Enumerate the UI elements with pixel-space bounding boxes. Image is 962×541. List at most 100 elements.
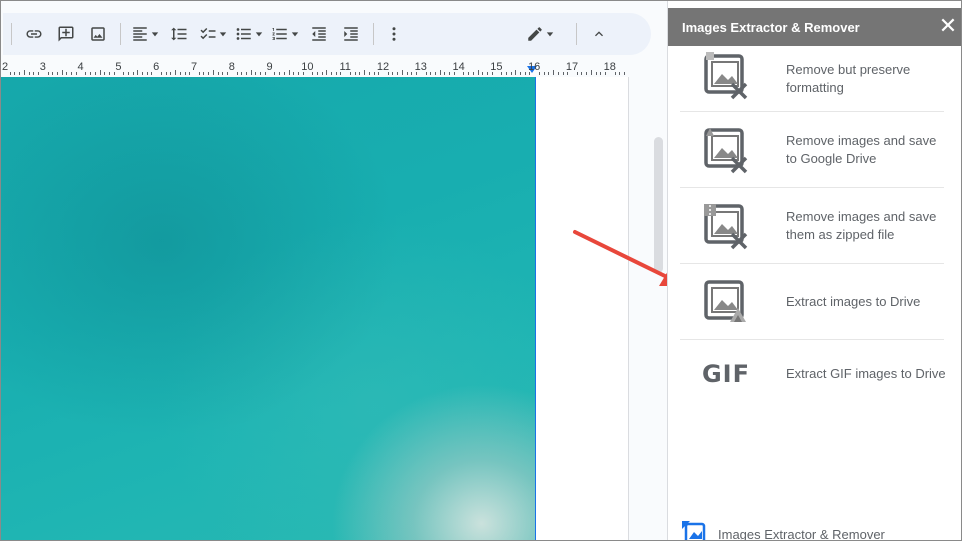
ruler-tick (510, 72, 512, 75)
ruler-tick (349, 72, 351, 75)
decrease-indent-button[interactable] (303, 19, 335, 49)
ruler-tick (434, 72, 436, 75)
ruler-tick (401, 70, 403, 75)
ruler-tick (146, 72, 148, 75)
ruler-tick (52, 72, 54, 75)
more-options-button[interactable] (380, 19, 408, 49)
ruler-label: 2 (1, 61, 9, 73)
document-page[interactable] (1, 77, 629, 540)
ruler-tick (581, 72, 583, 75)
ruler-tick (108, 72, 110, 75)
horizontal-ruler[interactable]: 2 3 4 5 6 7 8 9 10 11 12 13 14 15 16 17 18 (1, 61, 629, 77)
ruler-tick (312, 72, 314, 75)
item-label: Remove images and save them as zipped fi… (786, 208, 937, 242)
close-icon[interactable]: ✕ (938, 15, 958, 37)
ruler-label: 7 (190, 61, 198, 73)
checklist-button[interactable] (195, 19, 231, 49)
ruler-tick (614, 72, 616, 75)
ruler-tick (368, 72, 370, 75)
ruler-tick (274, 72, 276, 75)
ruler-tick (562, 72, 564, 75)
chevron-up-icon (595, 31, 603, 37)
ruler-tick (515, 70, 517, 75)
chevron-down-icon (219, 32, 227, 37)
editing-mode-button[interactable] (518, 19, 562, 49)
item-label: Remove images and save to Google Drive (786, 132, 937, 166)
hide-menus-button[interactable] (583, 19, 615, 49)
ruler-tick (335, 72, 337, 75)
ruler-tick (576, 72, 578, 75)
extract-gif-drive-item[interactable]: GIF Extract GIF images to Drive (680, 340, 946, 408)
ruler-tick (505, 72, 507, 75)
ruler-tick (477, 70, 479, 75)
align-button[interactable] (127, 19, 163, 49)
ruler-tick (19, 72, 21, 75)
ruler-label: 5 (115, 61, 122, 73)
remove-save-drive-item[interactable]: Remove images and save to Google Drive (680, 112, 944, 188)
numbered-list-icon (272, 28, 287, 40)
insert-image-button[interactable] (82, 19, 114, 49)
ruler-tick (444, 72, 446, 75)
toolbar-divider (11, 23, 12, 45)
toolbar-divider (120, 23, 121, 45)
ruler-label: 4 (77, 61, 84, 73)
image-icon (91, 27, 105, 41)
ruler-tick (439, 70, 441, 75)
chevron-down-icon (546, 32, 554, 37)
ruler-tick (411, 72, 413, 75)
gif-icon: GIF (700, 348, 752, 400)
ruler-tick (132, 72, 134, 75)
numbered-list-button[interactable] (267, 19, 303, 49)
ruler-tick (331, 72, 333, 75)
ruler-tick (586, 72, 588, 75)
extract-images-drive-item[interactable]: Extract images to Drive (680, 264, 944, 340)
toolbar-left-edge (3, 19, 11, 49)
ruler-label: 6 (153, 61, 160, 73)
ruler-tick (23, 70, 25, 75)
add-comment-button[interactable] (50, 19, 82, 49)
scrollbar-thumb[interactable] (654, 137, 663, 273)
ruler-tick (198, 72, 200, 75)
addon-logo-icon (682, 521, 706, 540)
ruler-tick (293, 72, 295, 75)
ruler-tick (548, 72, 550, 75)
ruler-tick (279, 72, 281, 75)
item-label: Remove but preserve formatting (786, 61, 911, 95)
decrease-indent-icon (312, 27, 326, 41)
ruler-tick (123, 72, 125, 75)
ruler-tick (553, 70, 555, 75)
ruler-tick (61, 70, 63, 75)
ruler-tick (538, 72, 540, 75)
gif-icon-text: GIF (701, 360, 751, 388)
ocean-image[interactable] (1, 77, 536, 540)
image-remove-drive-icon (700, 124, 752, 176)
insert-link-button[interactable] (18, 19, 50, 49)
remove-preserve-formatting-item[interactable]: Remove but preserve formatting (680, 46, 944, 112)
remove-save-zip-item[interactable]: Remove images and save them as zipped fi… (680, 188, 944, 264)
pencil-icon (528, 27, 542, 41)
ruler-tick (203, 72, 205, 75)
line-spacing-button[interactable] (163, 19, 195, 49)
ruler-tick (94, 72, 96, 75)
ruler-label: 3 (39, 61, 46, 73)
ruler-tick (260, 72, 262, 75)
ruler-tick (623, 72, 625, 75)
bulleted-list-button[interactable] (231, 19, 267, 49)
ruler-tick (359, 72, 361, 75)
ruler-tick (170, 72, 172, 75)
increase-indent-icon (344, 27, 358, 41)
ruler-tick (387, 72, 389, 75)
ruler-tick (165, 72, 167, 75)
ruler-tick (501, 72, 503, 75)
item-label: Extract GIF images to Drive (786, 366, 946, 381)
ruler-tick (14, 72, 16, 75)
align-left-icon (133, 27, 147, 41)
ruler-tick (468, 72, 470, 75)
ruler-tick (316, 72, 318, 75)
increase-indent-button[interactable] (335, 19, 367, 49)
image-remove-icon (700, 50, 752, 102)
add-comment-icon (58, 26, 74, 42)
ruler-tick (208, 72, 210, 75)
ruler-tick (217, 72, 219, 75)
ruler-tick (449, 72, 451, 75)
